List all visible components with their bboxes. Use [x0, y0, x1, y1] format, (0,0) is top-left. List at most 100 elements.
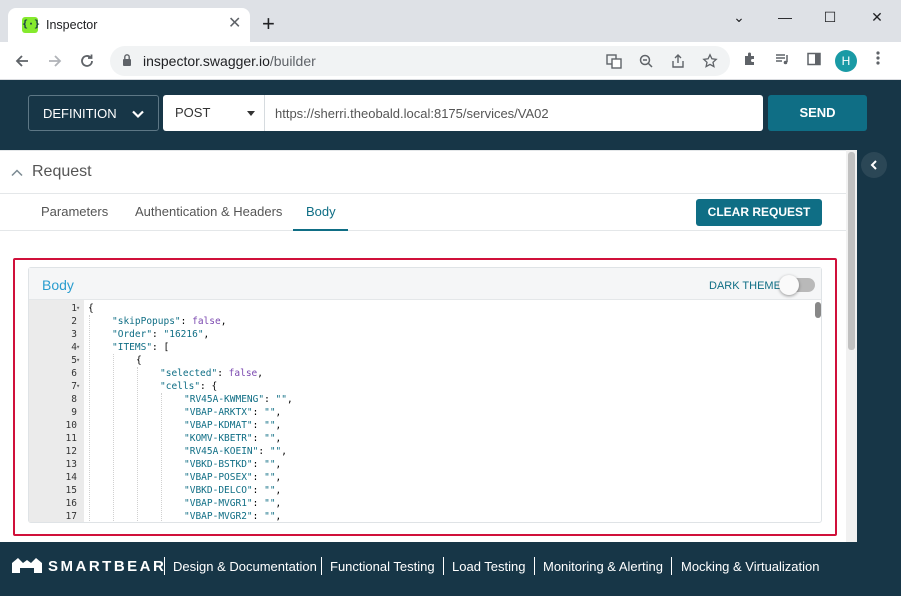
json-punct: ,: [281, 446, 287, 457]
translate-icon[interactable]: [604, 51, 624, 71]
code-line: "selected": false,: [160, 367, 263, 380]
footer-link-design[interactable]: Design & Documentation: [173, 559, 317, 574]
collapse-panel-button[interactable]: [861, 152, 887, 178]
line-number: 9: [71, 407, 77, 418]
fold-toggle-icon[interactable]: ▾: [76, 380, 84, 393]
kebab-menu-icon[interactable]: [868, 51, 888, 71]
app-header: DEFINITION POST SEND: [0, 80, 901, 150]
code-line: "RV45A-KWMENG": "",: [184, 393, 293, 406]
line-number: 4: [71, 342, 77, 353]
tab-parameters[interactable]: Parameters: [41, 204, 108, 219]
json-key: "VBKD-BSTKD": [184, 459, 253, 470]
url-input[interactable]: [265, 95, 763, 131]
json-punct: ,: [275, 498, 282, 509]
reload-icon: [81, 54, 93, 67]
request-header[interactable]: Request: [0, 150, 846, 194]
line-number: 16: [65, 498, 77, 509]
address-bar[interactable]: inspector.swagger.io/builder: [110, 46, 730, 76]
footer-link-load[interactable]: Load Testing: [452, 559, 526, 574]
code-line: "KOMV-KBETR": "",: [184, 432, 281, 445]
json-punct: :: [252, 407, 265, 418]
code-line: "RV45A-KOEIN": "",: [184, 445, 287, 458]
caret-down-icon: [247, 111, 255, 116]
footer: SMARTBEAR Design & Documentation Functio…: [0, 542, 901, 596]
editor-scrollbar[interactable]: [815, 302, 821, 318]
active-tab-indicator: [293, 229, 348, 231]
dark-theme-toggle[interactable]: [779, 275, 815, 295]
json-punct: ,: [275, 420, 282, 431]
reload-button[interactable]: [75, 49, 99, 73]
send-button[interactable]: SEND: [768, 95, 867, 131]
new-tab-button[interactable]: +: [262, 13, 275, 35]
code-line: "VBKD-DELCO": "",: [184, 484, 281, 497]
media-icon[interactable]: [772, 51, 792, 71]
footer-separator: [671, 557, 672, 575]
side-panel: [857, 150, 901, 542]
json-keyword: false: [192, 316, 221, 327]
json-punct: :: [252, 472, 265, 483]
json-punct: ,: [275, 433, 282, 444]
share-icon[interactable]: [668, 51, 688, 71]
arrow-left-icon: [15, 55, 28, 67]
minimize-button[interactable]: —: [770, 5, 800, 29]
fold-toggle-icon[interactable]: ▾: [76, 302, 84, 315]
browser-tab[interactable]: {·} Inspector ✕: [8, 8, 250, 42]
json-punct: ,: [275, 511, 282, 522]
footer-link-monitoring[interactable]: Monitoring & Alerting: [543, 559, 663, 574]
line-number: 12: [65, 446, 77, 457]
footer-link-functional[interactable]: Functional Testing: [330, 559, 435, 574]
method-select[interactable]: POST: [163, 95, 265, 131]
definition-label: DEFINITION: [43, 106, 117, 121]
definition-button[interactable]: DEFINITION: [28, 95, 159, 131]
back-button[interactable]: [10, 49, 34, 73]
dark-theme-label: DARK THEME: [709, 280, 781, 292]
browser-tabstrip: {·} Inspector ✕ + ⌄ — ☐ ✕: [0, 0, 901, 42]
line-number: 14: [65, 472, 77, 483]
code-line: "ITEMS": [: [112, 341, 169, 354]
fold-toggle-icon[interactable]: ▾: [76, 354, 84, 367]
zoom-icon[interactable]: [636, 51, 656, 71]
clear-request-button[interactable]: CLEAR REQUEST: [696, 199, 822, 226]
star-icon[interactable]: [700, 51, 720, 71]
tab-close-icon[interactable]: ✕: [228, 15, 241, 33]
footer-separator: [443, 557, 444, 575]
json-key: "VBAP-MVGR1": [184, 498, 253, 509]
avatar[interactable]: H: [835, 50, 857, 72]
main-content: Request Parameters Authentication & Head…: [0, 150, 846, 542]
json-punct: :: [258, 446, 270, 457]
swagger-icon: {·}: [22, 17, 40, 33]
page-scrollbar-thumb[interactable]: [848, 152, 855, 350]
code-line: "VBAP-ARKTX": "",: [184, 406, 281, 419]
json-key: "selected": [160, 368, 218, 379]
puzzle-icon[interactable]: [740, 51, 760, 71]
json-string: "": [264, 433, 276, 444]
toggle-knob[interactable]: [779, 275, 799, 295]
footer-link-mocking[interactable]: Mocking & Virtualization: [681, 559, 820, 574]
tab-list-button[interactable]: ⌄: [724, 5, 754, 29]
json-punct: ,: [275, 485, 282, 496]
close-window-button[interactable]: ✕: [862, 5, 892, 29]
tab-authentication-headers[interactable]: Authentication & Headers: [135, 204, 282, 219]
json-punct: :: [252, 511, 265, 522]
json-punct: :: [180, 316, 193, 327]
json-string: "16216": [163, 329, 204, 340]
forward-button[interactable]: [43, 49, 67, 73]
code-line: "Order": "16216",: [112, 328, 209, 341]
code-line: "VBAP-MVGR2": "",: [184, 510, 281, 522]
line-number: 3: [71, 329, 77, 340]
tab-body[interactable]: Body: [306, 204, 336, 219]
json-string: "": [264, 407, 276, 418]
json-string: "": [264, 485, 276, 496]
sidepanel-icon[interactable]: [804, 51, 824, 71]
json-string: "": [269, 446, 282, 457]
indent-guide: [161, 393, 162, 522]
restore-button[interactable]: ☐: [815, 5, 845, 29]
json-string: "": [264, 459, 276, 470]
line-number: 7: [71, 381, 77, 392]
code-editor[interactable]: 1 ▾ 2 3 4 ▾ 5 ▾ 6 7 ▾ 8 9 10 11 12 13 14 15 16 17 {"skipPopu…: [29, 300, 821, 522]
line-number: 15: [65, 485, 77, 496]
json-key: "cells": [160, 381, 201, 392]
footer-separator: [534, 557, 535, 575]
fold-toggle-icon[interactable]: ▾: [76, 341, 84, 354]
line-number: 6: [71, 368, 77, 379]
